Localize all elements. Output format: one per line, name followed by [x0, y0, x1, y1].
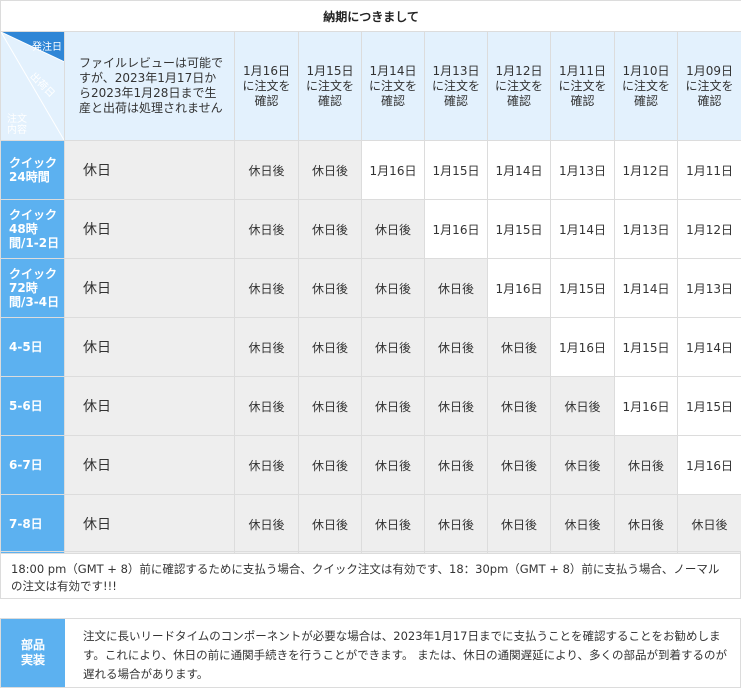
table-cell: 1月16日 [487, 258, 551, 318]
row-label: 7-8日 [0, 494, 65, 554]
table-cell: 休日後 [614, 435, 678, 495]
column-header-5: 1月11日に注文を確認 [550, 31, 615, 141]
parts-assembly-text: 注文に長いリードタイムのコンポーネントが必要な場合は、2023年1月17日までに… [83, 629, 727, 681]
table-cell: 休日後 [361, 494, 425, 554]
table-cell: 1月11日 [676, 140, 741, 200]
table-cell: 1月14日 [614, 258, 678, 318]
table-cell: 休日後 [234, 140, 299, 200]
table-cell: 休日後 [234, 494, 299, 554]
table-cell: 1月16日 [676, 435, 741, 495]
table-cell: 1月16日 [361, 140, 425, 200]
table-cell: 1月14日 [676, 317, 741, 377]
column-header-3: 1月13日に注文を確認 [424, 31, 488, 141]
corner-order-date-label: 発注日 [32, 42, 62, 53]
table-cell: 休日後 [487, 376, 551, 436]
holiday-cell: 休日 [64, 435, 235, 495]
table-row: クイック48時間/1-2日 休日 休日後 休日後 休日後 1月16日 1月15日 1月14日 1… [0, 199, 741, 259]
row-label: クイック72時間/3-4日 [0, 258, 65, 318]
header-row: 発注日 出荷日 注文 内容 ファイルレビューは可能ですが、2023年1月17日か… [0, 31, 741, 141]
table-row: クイック72時間/3-4日 休日 休日後 休日後 休日後 休日後 1月16日 1月15日 1月1… [0, 258, 741, 318]
parts-assembly-label: 部品実装 [1, 619, 65, 687]
delivery-schedule-table: 納期につきまして 発注日 出荷日 注文 内容 ファイルレビューは可能ですが、20… [0, 0, 741, 554]
table-cell: 休日後 [424, 258, 488, 318]
table-cell: 1月14日 [487, 140, 551, 200]
table-cell: 休日後 [550, 376, 615, 436]
column-header-0: 1月16日に注文を確認 [234, 31, 299, 141]
table-cell: 1月13日 [550, 140, 615, 200]
column-header-1: 1月15日に注文を確認 [298, 31, 362, 141]
column-header-2: 1月14日に注文を確認 [361, 31, 425, 141]
holiday-cell: 休日 [64, 376, 235, 436]
holiday-cell: 休日 [64, 494, 235, 554]
title-row: 納期につきまして [0, 0, 741, 32]
table-cell: 1月13日 [614, 199, 678, 259]
table-row: 4-5日 休日 休日後 休日後 休日後 休日後 休日後 1月16日 1月15日 1月14日 [0, 317, 741, 377]
corner-order-type-label: 注文 内容 [7, 114, 27, 136]
header-description: ファイルレビューは可能ですが、2023年1月17日から2023年1月28日まで生… [64, 31, 235, 141]
table-cell: 1月12日 [614, 140, 678, 200]
table-cell: 休日後 [550, 435, 615, 495]
table-cell: 休日後 [234, 317, 299, 377]
row-label: 4-5日 [0, 317, 65, 377]
row-label: 5-6日 [0, 376, 65, 436]
table-cell: 休日後 [424, 376, 488, 436]
table-cell: 1月15日 [614, 317, 678, 377]
holiday-cell: 休日 [64, 140, 235, 200]
table-cell: 休日後 [487, 494, 551, 554]
table-cell: 休日後 [298, 140, 362, 200]
table-cell: 休日後 [361, 317, 425, 377]
table-cell: 休日後 [487, 317, 551, 377]
parts-assembly-section: 部品実装 注文に長いリードタイムのコンポーネントが必要な場合は、2023年1月1… [0, 618, 741, 688]
payment-cutoff-note: 18:00 pm（GMT + 8）前に確認するために支払う場合、クイック注文は有… [0, 551, 741, 599]
table-cell: 1月16日 [614, 376, 678, 436]
holiday-cell: 休日 [64, 317, 235, 377]
table-cell: 休日後 [424, 494, 488, 554]
table-cell: 休日後 [298, 435, 362, 495]
table-cell: 休日後 [361, 258, 425, 318]
table-cell: 休日後 [298, 258, 362, 318]
table-cell: 休日後 [234, 376, 299, 436]
row-label: 6-7日 [0, 435, 65, 495]
table-cell: 1月13日 [676, 258, 741, 318]
table-cell: 1月16日 [550, 317, 615, 377]
table-cell: 1月15日 [487, 199, 551, 259]
table-title: 納期につきまして [0, 0, 741, 32]
table-cell: 休日後 [676, 494, 741, 554]
table-cell: 休日後 [298, 494, 362, 554]
table-cell: 1月15日 [676, 376, 741, 436]
table-cell: 1月12日 [676, 199, 741, 259]
table-cell: 休日後 [361, 435, 425, 495]
table-row: クイック24時間 休日 休日後 休日後 1月16日 1月15日 1月14日 1月13日 1月12… [0, 140, 741, 200]
holiday-cell: 休日 [64, 199, 235, 259]
table-cell: 休日後 [424, 317, 488, 377]
table-cell: 1月15日 [550, 258, 615, 318]
column-header-4: 1月12日に注文を確認 [487, 31, 551, 141]
table-cell: 1月15日 [424, 140, 488, 200]
row-label: クイック48時間/1-2日 [0, 199, 65, 259]
table-row: 7-8日 休日 休日後 休日後 休日後 休日後 休日後 休日後 休日後 休日後 [0, 494, 741, 554]
column-header-7: 1月09日に注文を確認 [676, 31, 741, 141]
table-cell: 休日後 [424, 435, 488, 495]
table-cell: 休日後 [298, 199, 362, 259]
row-label: クイック24時間 [0, 140, 65, 200]
table-row: 5-6日 休日 休日後 休日後 休日後 休日後 休日後 休日後 1月16日 1月15日 [0, 376, 741, 436]
table-cell: 休日後 [234, 258, 299, 318]
table-cell: 休日後 [487, 435, 551, 495]
table-row: 6-7日 休日 休日後 休日後 休日後 休日後 休日後 休日後 休日後 1月16日 [0, 435, 741, 495]
table-cell: 1月16日 [424, 199, 488, 259]
holiday-cell: 休日 [64, 258, 235, 318]
table-cell: 休日後 [361, 376, 425, 436]
table-cell: 休日後 [550, 494, 615, 554]
table-cell: 休日後 [298, 376, 362, 436]
table-cell: 休日後 [361, 199, 425, 259]
table-cell: 休日後 [234, 435, 299, 495]
table-cell: 休日後 [234, 199, 299, 259]
table-cell: 1月14日 [550, 199, 615, 259]
table-cell: 休日後 [298, 317, 362, 377]
column-header-6: 1月10日に注文を確認 [614, 31, 678, 141]
table-cell: 休日後 [614, 494, 678, 554]
corner-header: 発注日 出荷日 注文 内容 [0, 31, 65, 141]
